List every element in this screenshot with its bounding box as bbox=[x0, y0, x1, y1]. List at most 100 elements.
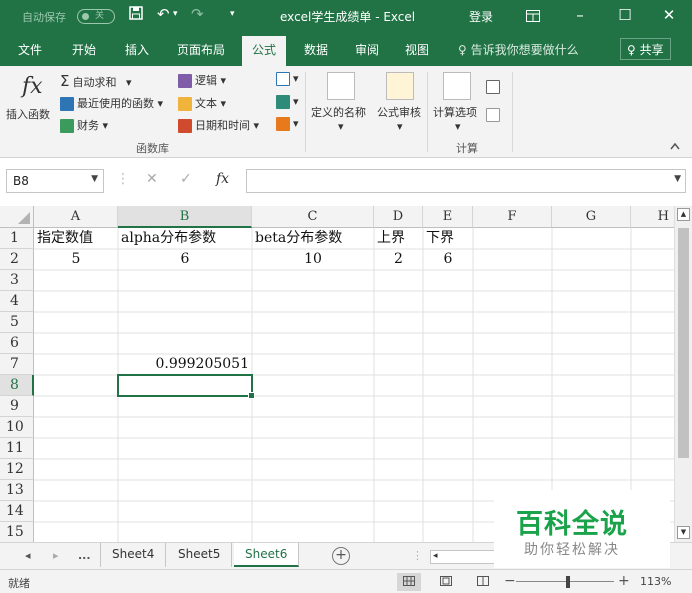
expand-formula-icon[interactable]: ▼ bbox=[674, 174, 681, 184]
calc-options-button[interactable]: 计算选项 bbox=[433, 104, 477, 120]
ribbon-display-icon[interactable] bbox=[526, 8, 540, 26]
row-header-9[interactable]: 9 bbox=[0, 396, 34, 417]
zoom-slider[interactable] bbox=[516, 581, 614, 582]
formula-input[interactable]: ▼ bbox=[246, 169, 686, 193]
row-header-14[interactable]: 14 bbox=[0, 501, 34, 522]
sheet-tab-sheet5[interactable]: Sheet5 bbox=[167, 543, 233, 567]
sheet-more-button[interactable]: ... bbox=[78, 549, 91, 562]
insert-function-fx-icon[interactable]: fx bbox=[216, 171, 229, 187]
more-functions-button[interactable]: ▾ bbox=[276, 117, 299, 131]
zoom-in-button[interactable]: + bbox=[618, 573, 630, 589]
tab-review[interactable]: 审阅 bbox=[355, 41, 379, 58]
undo-icon[interactable]: ↶ bbox=[157, 5, 170, 23]
row-header-5[interactable]: 5 bbox=[0, 312, 34, 333]
tab-splitter-icon[interactable]: ⋮ bbox=[412, 549, 423, 562]
cell-c2[interactable]: 10 bbox=[252, 249, 374, 270]
cell-d2[interactable]: 2 bbox=[374, 249, 423, 270]
cell-a2[interactable]: 5 bbox=[34, 249, 118, 270]
enter-button[interactable]: ✓ bbox=[180, 171, 192, 187]
tab-insert[interactable]: 插入 bbox=[125, 41, 149, 58]
scroll-up-icon[interactable]: ▲ bbox=[677, 208, 690, 221]
column-header-g[interactable]: G bbox=[552, 206, 631, 228]
zoom-out-button[interactable]: − bbox=[504, 573, 516, 589]
normal-view-icon[interactable] bbox=[397, 573, 421, 591]
tab-view[interactable]: 视图 bbox=[405, 41, 429, 58]
cell-b2[interactable]: 6 bbox=[118, 249, 252, 270]
row-header-2[interactable]: 2 bbox=[0, 249, 34, 270]
row-header-4[interactable]: 4 bbox=[0, 291, 34, 312]
insert-function-icon[interactable]: fx bbox=[22, 74, 43, 99]
cell-a1[interactable]: 指定数值 bbox=[34, 228, 118, 249]
cell-d1[interactable]: 上界 bbox=[374, 228, 423, 249]
column-header-h[interactable]: H bbox=[631, 206, 674, 228]
column-header-f[interactable]: F bbox=[473, 206, 552, 228]
column-header-e[interactable]: E bbox=[423, 206, 473, 228]
column-header-c[interactable]: C bbox=[252, 206, 374, 228]
scroll-left-icon[interactable]: ◂ bbox=[433, 551, 438, 561]
tab-home[interactable]: 开始 bbox=[72, 41, 96, 58]
recently-used-button[interactable]: 最近使用的函数 ▾ bbox=[60, 95, 163, 111]
sheet-tab-sheet6[interactable]: Sheet6 bbox=[234, 543, 300, 567]
minimize-button[interactable]: – bbox=[567, 4, 593, 26]
tab-page-layout[interactable]: 页面布局 bbox=[177, 41, 225, 58]
close-button[interactable]: ✕ bbox=[656, 4, 682, 26]
row-header-11[interactable]: 11 bbox=[0, 438, 34, 459]
chevron-down-icon[interactable]: ▼ bbox=[91, 174, 98, 184]
autosum-button[interactable]: Σ 自动求和 ▾ bbox=[60, 72, 132, 90]
tab-file[interactable]: 文件 bbox=[18, 41, 42, 58]
page-break-view-icon[interactable] bbox=[471, 573, 495, 591]
row-header-13[interactable]: 13 bbox=[0, 480, 34, 501]
sheet-tab-sheet4[interactable]: Sheet4 bbox=[100, 543, 167, 567]
cancel-button[interactable]: ✕ bbox=[146, 171, 158, 187]
row-header-8[interactable]: 8 bbox=[0, 375, 34, 396]
insert-function-button[interactable]: 插入函数 bbox=[6, 106, 50, 122]
select-all-button[interactable] bbox=[0, 206, 34, 228]
calc-sheet-button[interactable] bbox=[486, 108, 503, 122]
column-header-b[interactable]: B bbox=[118, 206, 252, 228]
column-header-a[interactable]: A bbox=[34, 206, 118, 228]
add-sheet-icon[interactable]: + bbox=[332, 547, 350, 565]
zoom-level[interactable]: 113% bbox=[640, 575, 671, 588]
autosave-toggle[interactable]: 关 bbox=[77, 9, 115, 24]
vertical-scroll-thumb[interactable] bbox=[678, 228, 689, 458]
sheet-next-icon[interactable]: ▸ bbox=[53, 549, 59, 562]
row-header-1[interactable]: 1 bbox=[0, 228, 34, 249]
row-header-12[interactable]: 12 bbox=[0, 459, 34, 480]
column-header-d[interactable]: D bbox=[374, 206, 423, 228]
cell-b1[interactable]: alpha分布参数 bbox=[118, 228, 252, 249]
tab-data[interactable]: 数据 bbox=[304, 41, 328, 58]
text-button[interactable]: 文本 ▾ bbox=[178, 95, 226, 111]
active-cell-b8[interactable] bbox=[117, 374, 255, 399]
calc-now-button[interactable] bbox=[486, 80, 503, 94]
row-header-3[interactable]: 3 bbox=[0, 270, 34, 291]
row-header-15[interactable]: 15 bbox=[0, 522, 34, 542]
collapse-ribbon-icon[interactable] bbox=[670, 140, 680, 153]
save-icon[interactable] bbox=[129, 6, 143, 24]
cell-b7[interactable]: 0.999205051 bbox=[118, 354, 252, 375]
cell-e2[interactable]: 6 bbox=[423, 249, 473, 270]
row-header-10[interactable]: 10 bbox=[0, 417, 34, 438]
lookup-button[interactable]: ▾ bbox=[276, 72, 299, 86]
sheet-prev-icon[interactable]: ◂ bbox=[25, 549, 31, 562]
share-button[interactable]: ♀ 共享 bbox=[620, 38, 671, 60]
row-header-7[interactable]: 7 bbox=[0, 354, 34, 375]
defined-names-button[interactable]: 定义的名称 bbox=[311, 104, 366, 120]
login-link[interactable]: 登录 bbox=[469, 8, 493, 25]
customize-qat-icon[interactable]: ▾ bbox=[230, 9, 235, 19]
logical-button[interactable]: 逻辑 ▾ bbox=[178, 72, 226, 88]
scroll-down-icon[interactable]: ▼ bbox=[677, 526, 690, 539]
vertical-scrollbar[interactable]: ▲ ▼ bbox=[674, 206, 692, 542]
date-time-button[interactable]: 日期和时间 ▾ bbox=[178, 117, 259, 133]
formula-auditing-button[interactable]: 公式审核 bbox=[377, 104, 421, 120]
cell-e1[interactable]: 下界 bbox=[423, 228, 473, 249]
undo-dropdown-icon[interactable]: ▾ bbox=[173, 9, 178, 19]
tell-me-search[interactable]: ♀ 告诉我你想要做什么 bbox=[458, 41, 579, 58]
drag-handle-icon[interactable]: ⋮ bbox=[116, 171, 130, 187]
cell-c1[interactable]: beta分布参数 bbox=[252, 228, 374, 249]
page-layout-view-icon[interactable] bbox=[434, 573, 458, 591]
financial-button[interactable]: 财务 ▾ bbox=[60, 117, 108, 133]
maximize-button[interactable]: ☐ bbox=[612, 4, 638, 26]
row-header-6[interactable]: 6 bbox=[0, 333, 34, 354]
tab-formulas[interactable]: 公式 bbox=[242, 36, 287, 66]
name-box[interactable]: B8 ▼ bbox=[6, 169, 104, 193]
